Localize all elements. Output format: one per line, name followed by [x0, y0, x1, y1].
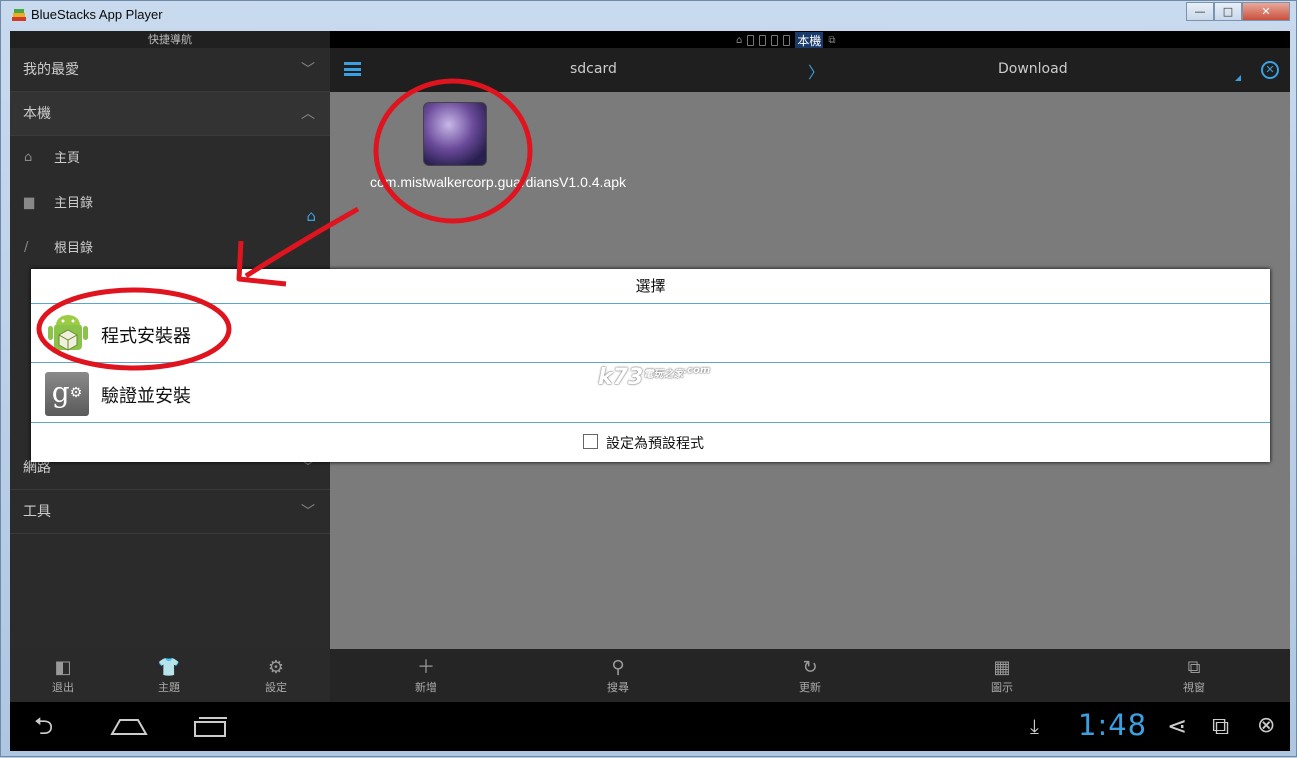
theme-button[interactable]: 👕 主題 — [139, 657, 199, 695]
dialog-title: 選擇 — [31, 269, 1270, 304]
maximize-button[interactable]: □ — [1214, 2, 1242, 21]
breadcrumb-separator-icon: 〉 — [808, 63, 825, 82]
button-label: 設定 — [265, 681, 287, 694]
bottom-toolbar: ◧ 退出 👕 主題 ⚙ 設定 ＋ 新增 ⚲ 搜尋 ↻ 更新 ▦ 圖示 ⧉ 視窗 — [10, 649, 1290, 702]
dropdown-corner-icon[interactable] — [1235, 75, 1241, 81]
drawer-section-label: 本機 — [23, 106, 51, 122]
window-title: BlueStacks App Player — [31, 7, 163, 22]
button-label: 主題 — [158, 681, 180, 694]
apk-file-item[interactable]: com.mistwalkercorp.guardiansV1.0.4.apk — [370, 102, 627, 192]
google-settings-icon: g⚙ — [45, 372, 89, 416]
watermark-domain: .com — [683, 365, 711, 376]
button-label: 搜尋 — [607, 681, 629, 694]
choose-app-dialog: 選擇 程式安裝器 g⚙ 驗證並安裝 設定為預設程式 k73電玩之家.com — [31, 269, 1270, 462]
plus-icon: ＋ — [417, 657, 435, 678]
default-app-row[interactable]: 設定為預設程式 — [31, 424, 1270, 462]
default-checkbox[interactable] — [583, 434, 598, 449]
shirt-icon: 👕 — [157, 657, 181, 678]
chevron-down-icon: ﹀ — [301, 504, 315, 520]
phone-status-icon — [759, 35, 767, 46]
menu-icon[interactable] — [344, 62, 361, 76]
android-installer-icon — [48, 315, 88, 351]
settings-button[interactable]: ⚙ 設定 — [246, 657, 306, 695]
drawer-section-local[interactable]: 本機 ︿ — [10, 92, 330, 136]
gear-icon: ⚙ — [267, 657, 285, 678]
button-label: 更新 — [799, 681, 821, 694]
recent-apps-icon[interactable] — [193, 716, 229, 738]
refresh-icon: ↻ — [802, 657, 818, 678]
button-label: 視窗 — [1183, 681, 1205, 694]
window-close-button[interactable]: ✕ — [1242, 2, 1290, 21]
watermark: k73電玩之家.com — [598, 365, 710, 390]
slash-icon: / — [24, 240, 29, 255]
drawer-section-label: 網路 — [23, 460, 51, 476]
exit-icon: ◧ — [54, 657, 72, 678]
button-label: 退出 — [52, 681, 74, 694]
drawer-item-home[interactable]: ⌂ 主頁 — [10, 136, 330, 181]
drawer-item-main-directory[interactable]: ▆ 主目錄 ⌂ — [10, 181, 330, 226]
add-button[interactable]: ＋ 新增 — [396, 657, 456, 695]
file-name: com.mistwalkercorp.guardiansV1.0.4.apk — [370, 174, 627, 190]
app-window: BlueStacks App Player — □ ✕ ⌂ 本機 ⧉ 快捷導航 … — [0, 0, 1297, 757]
icon-view-button[interactable]: ▦ 圖示 — [972, 657, 1032, 695]
phone-status-icon — [771, 35, 779, 46]
home-status-icon: ⌂ — [736, 35, 743, 46]
option-label: 程式安裝器 — [101, 326, 191, 347]
search-button[interactable]: ⚲ 搜尋 — [588, 657, 648, 695]
window-button[interactable]: ⧉ 視窗 — [1164, 657, 1224, 695]
bluestacks-logo-icon — [12, 9, 26, 21]
download-icon[interactable]: ⤓ — [1030, 712, 1039, 740]
back-icon[interactable]: ⮌ — [34, 712, 53, 740]
home-icon: ⌂ — [24, 150, 33, 165]
refresh-button[interactable]: ↻ 更新 — [780, 657, 840, 695]
drawer-header: 快捷導航 — [10, 31, 330, 48]
drawer-item-label: 根目錄 — [54, 241, 94, 256]
close-icon[interactable]: ⊗ — [1257, 712, 1275, 740]
android-screen: ⌂ 本機 ⧉ 快捷導航 我的最愛 ﹀ 本機 ︿ ⌂ 主頁 ▆ 主目錄 ⌂ / 根… — [10, 31, 1290, 751]
exit-button[interactable]: ◧ 退出 — [33, 657, 93, 695]
drawer-section-label: 工具 — [23, 504, 51, 520]
share-icon[interactable]: ⋖ — [1167, 712, 1187, 740]
drawer-item-label: 主目錄 — [54, 196, 94, 211]
local-indicator: 本機 — [795, 32, 824, 49]
search-icon: ⚲ — [611, 657, 625, 678]
button-label: 新增 — [415, 681, 437, 694]
path-bar: sdcard 〉 Download ✕ — [330, 48, 1290, 92]
drawer-section-tools[interactable]: 工具 ﹀ — [10, 490, 330, 534]
close-icon[interactable]: ✕ — [1261, 61, 1279, 79]
copy-status-icon: ⧉ — [828, 35, 836, 46]
clock: 1:48 — [1078, 708, 1148, 742]
drawer-section-favorites[interactable]: 我的最愛 ﹀ — [10, 48, 330, 92]
phone-status-icon — [747, 35, 755, 46]
grid-icon: ▦ — [993, 657, 1011, 678]
option-package-installer[interactable]: 程式安裝器 — [31, 304, 1270, 363]
drawer-item-root[interactable]: / 根目錄 — [10, 226, 330, 271]
folder-icon: ▆ — [24, 195, 34, 210]
chevron-down-icon: ﹀ — [301, 62, 315, 78]
window-toggle-icon[interactable]: ⧉ — [1212, 712, 1229, 740]
watermark-text: k73 — [598, 365, 644, 390]
title-bar[interactable]: BlueStacks App Player — □ ✕ — [1, 1, 1297, 31]
window-icon: ⧉ — [1187, 657, 1201, 678]
drawer-section-label: 我的最愛 — [23, 62, 79, 78]
breadcrumb-download[interactable]: Download — [998, 61, 1068, 77]
android-navigation-bar: ⮌ ⤓ 1:48 ⋖ ⧉ ⊗ — [10, 702, 1290, 751]
default-checkbox-label: 設定為預設程式 — [606, 436, 704, 452]
phone-status-icon — [783, 35, 791, 46]
minimize-button[interactable]: — — [1186, 2, 1214, 21]
apk-app-icon — [423, 102, 487, 166]
drawer-item-label: 主頁 — [54, 151, 81, 166]
breadcrumb-sdcard[interactable]: sdcard — [570, 61, 617, 77]
watermark-small: 電玩之家 — [643, 369, 684, 380]
home-nav-icon[interactable] — [110, 716, 148, 736]
option-label: 驗證並安裝 — [101, 386, 191, 407]
chevron-up-icon: ︿ — [301, 106, 315, 122]
button-label: 圖示 — [991, 681, 1013, 694]
